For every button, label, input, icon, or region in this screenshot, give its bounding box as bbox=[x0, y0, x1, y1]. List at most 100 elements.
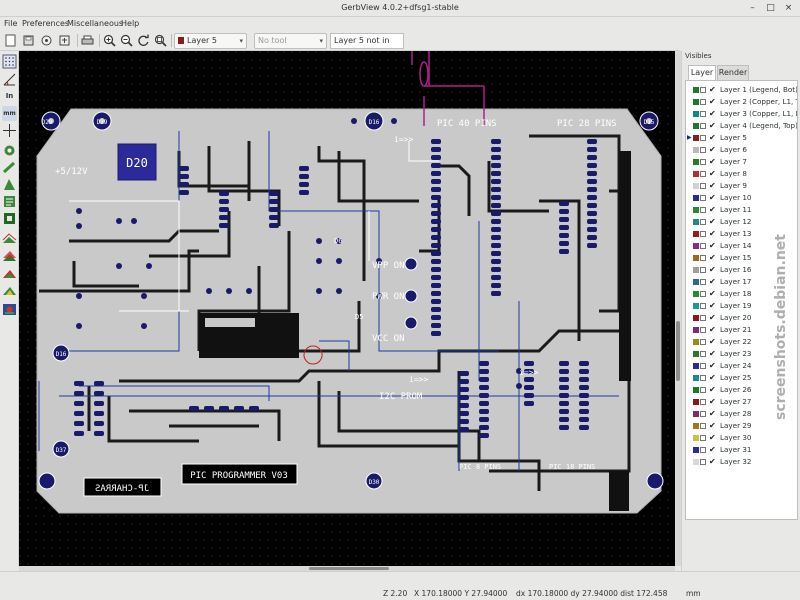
layer-row[interactable]: ✔ Layer 12 bbox=[686, 216, 797, 228]
layer-color-swatch[interactable] bbox=[693, 123, 699, 129]
layer-color-swatch[interactable] bbox=[693, 351, 699, 357]
zoom-out-button[interactable] bbox=[119, 33, 134, 48]
visibility-check-icon[interactable]: ✔ bbox=[709, 432, 716, 444]
redraw-button[interactable] bbox=[136, 33, 151, 48]
layer-radio[interactable] bbox=[700, 147, 706, 153]
diff-mode-button[interactable] bbox=[2, 265, 17, 280]
flash-mode-button[interactable] bbox=[2, 143, 17, 158]
layer-radio[interactable] bbox=[700, 207, 706, 213]
visibility-check-icon[interactable]: ✔ bbox=[709, 372, 716, 384]
cursor-shape-button[interactable] bbox=[2, 123, 17, 138]
menu-miscellaneous[interactable]: Miscellaneous bbox=[67, 19, 123, 28]
visibility-check-icon[interactable]: ✔ bbox=[709, 240, 716, 252]
layer-radio[interactable] bbox=[700, 159, 706, 165]
layer-radio[interactable] bbox=[700, 99, 706, 105]
layer-radio[interactable] bbox=[700, 279, 706, 285]
vertical-scroll-thumb[interactable] bbox=[676, 321, 680, 381]
layer-row[interactable]: ✔ Layer 2 (Copper, L1, To bbox=[686, 96, 797, 108]
visibility-check-icon[interactable]: ✔ bbox=[709, 444, 716, 456]
visibility-check-icon[interactable]: ✔ bbox=[709, 192, 716, 204]
inch-units-button[interactable]: In bbox=[2, 89, 17, 104]
layer-radio[interactable] bbox=[700, 363, 706, 369]
menu-preferences[interactable]: Preferences bbox=[22, 19, 69, 28]
visibility-check-icon[interactable]: ✔ bbox=[709, 204, 716, 216]
load-zip-button[interactable] bbox=[57, 33, 72, 48]
layer-radio[interactable] bbox=[700, 387, 706, 393]
visibility-check-icon[interactable]: ✔ bbox=[709, 300, 716, 312]
layer-row[interactable]: ✔ Layer 3 (Copper, L1, Bc bbox=[686, 108, 797, 120]
open-file-button[interactable] bbox=[21, 33, 36, 48]
zoom-in-button[interactable] bbox=[102, 33, 117, 48]
layer-row[interactable]: ✔ Layer 31 bbox=[686, 444, 797, 456]
layer-radio[interactable] bbox=[700, 219, 706, 225]
visibility-check-icon[interactable]: ✔ bbox=[709, 108, 716, 120]
layer-row[interactable]: ✔ Layer 10 bbox=[686, 192, 797, 204]
layer-radio[interactable] bbox=[700, 399, 706, 405]
visibility-check-icon[interactable]: ✔ bbox=[709, 408, 716, 420]
visibility-check-icon[interactable]: ✔ bbox=[709, 168, 716, 180]
layer-radio[interactable] bbox=[700, 123, 706, 129]
layer-radio[interactable] bbox=[700, 339, 706, 345]
dcode-show-button[interactable] bbox=[2, 194, 17, 209]
grid-toggle-button[interactable] bbox=[2, 54, 17, 69]
layer-view-button[interactable] bbox=[2, 231, 17, 246]
visibility-check-icon[interactable]: ✔ bbox=[709, 336, 716, 348]
layer-radio[interactable] bbox=[700, 291, 706, 297]
polygon-mode-button[interactable] bbox=[2, 177, 17, 192]
layers-stack-button[interactable] bbox=[2, 248, 17, 263]
layer-row[interactable]: ✔ Layer 29 bbox=[686, 420, 797, 432]
layer-color-swatch[interactable] bbox=[693, 267, 699, 273]
layer-color-swatch[interactable] bbox=[693, 147, 699, 153]
print-button[interactable] bbox=[80, 33, 95, 48]
layer-radio[interactable] bbox=[700, 315, 706, 321]
visibility-check-icon[interactable]: ✔ bbox=[709, 288, 716, 300]
layer-radio[interactable] bbox=[700, 327, 706, 333]
visibility-check-icon[interactable]: ✔ bbox=[709, 360, 716, 372]
minimize-button[interactable]: – bbox=[746, 2, 759, 15]
layer-radio[interactable] bbox=[700, 351, 706, 357]
lines-mode-button[interactable] bbox=[2, 160, 17, 175]
tab-render[interactable]: Render bbox=[717, 65, 749, 80]
visibility-check-icon[interactable]: ✔ bbox=[709, 144, 716, 156]
layer-row[interactable]: ✔ Layer 6 bbox=[686, 144, 797, 156]
layer-color-swatch[interactable] bbox=[693, 255, 699, 261]
visibility-check-icon[interactable]: ✔ bbox=[709, 132, 716, 144]
layer-color-swatch[interactable] bbox=[693, 87, 699, 93]
visibility-check-icon[interactable]: ✔ bbox=[709, 276, 716, 288]
layer-color-swatch[interactable] bbox=[693, 303, 699, 309]
visibility-check-icon[interactable]: ✔ bbox=[709, 456, 716, 468]
layer-radio[interactable] bbox=[700, 87, 706, 93]
layer-row[interactable]: ✔ Layer 11 bbox=[686, 204, 797, 216]
layer-row[interactable]: ▶ ✔ Layer 5 bbox=[686, 132, 797, 144]
visibility-check-icon[interactable]: ✔ bbox=[709, 396, 716, 408]
layer-row[interactable]: ✔ Layer 8 bbox=[686, 168, 797, 180]
layer-color-swatch[interactable] bbox=[693, 339, 699, 345]
zoom-fit-button[interactable] bbox=[153, 33, 168, 48]
visibility-check-icon[interactable]: ✔ bbox=[709, 312, 716, 324]
layer-radio[interactable] bbox=[700, 195, 706, 201]
layer-radio[interactable] bbox=[700, 231, 706, 237]
layer-select[interactable]: Layer 5 ▾ bbox=[174, 33, 247, 49]
visibility-check-icon[interactable]: ✔ bbox=[709, 96, 716, 108]
tab-layer[interactable]: Layer bbox=[688, 65, 716, 81]
layer-color-swatch[interactable] bbox=[693, 207, 699, 213]
tool-select[interactable]: No tool ▾ bbox=[254, 33, 327, 49]
mm-units-button[interactable]: mm bbox=[2, 106, 17, 121]
layers2-button[interactable] bbox=[2, 282, 17, 297]
layer-color-swatch[interactable] bbox=[693, 363, 699, 369]
layer-row[interactable]: ✔ Layer 32 bbox=[686, 456, 797, 468]
layer-color-swatch[interactable] bbox=[693, 387, 699, 393]
layer-radio[interactable] bbox=[700, 255, 706, 261]
layer-radio[interactable] bbox=[700, 243, 706, 249]
layer-color-swatch[interactable] bbox=[693, 195, 699, 201]
layer-radio[interactable] bbox=[700, 435, 706, 441]
layer-row[interactable]: ✔ Layer 1 (Legend, Bot) bbox=[686, 84, 797, 96]
layer-row[interactable]: ✔ Layer 30 bbox=[686, 432, 797, 444]
layer-color-swatch[interactable] bbox=[693, 291, 699, 297]
visibility-check-icon[interactable]: ✔ bbox=[709, 420, 716, 432]
layer-radio[interactable] bbox=[700, 423, 706, 429]
visibility-check-icon[interactable]: ✔ bbox=[709, 216, 716, 228]
layer-color-swatch[interactable] bbox=[693, 279, 699, 285]
layer-radio[interactable] bbox=[700, 411, 706, 417]
layer-radio[interactable] bbox=[700, 303, 706, 309]
